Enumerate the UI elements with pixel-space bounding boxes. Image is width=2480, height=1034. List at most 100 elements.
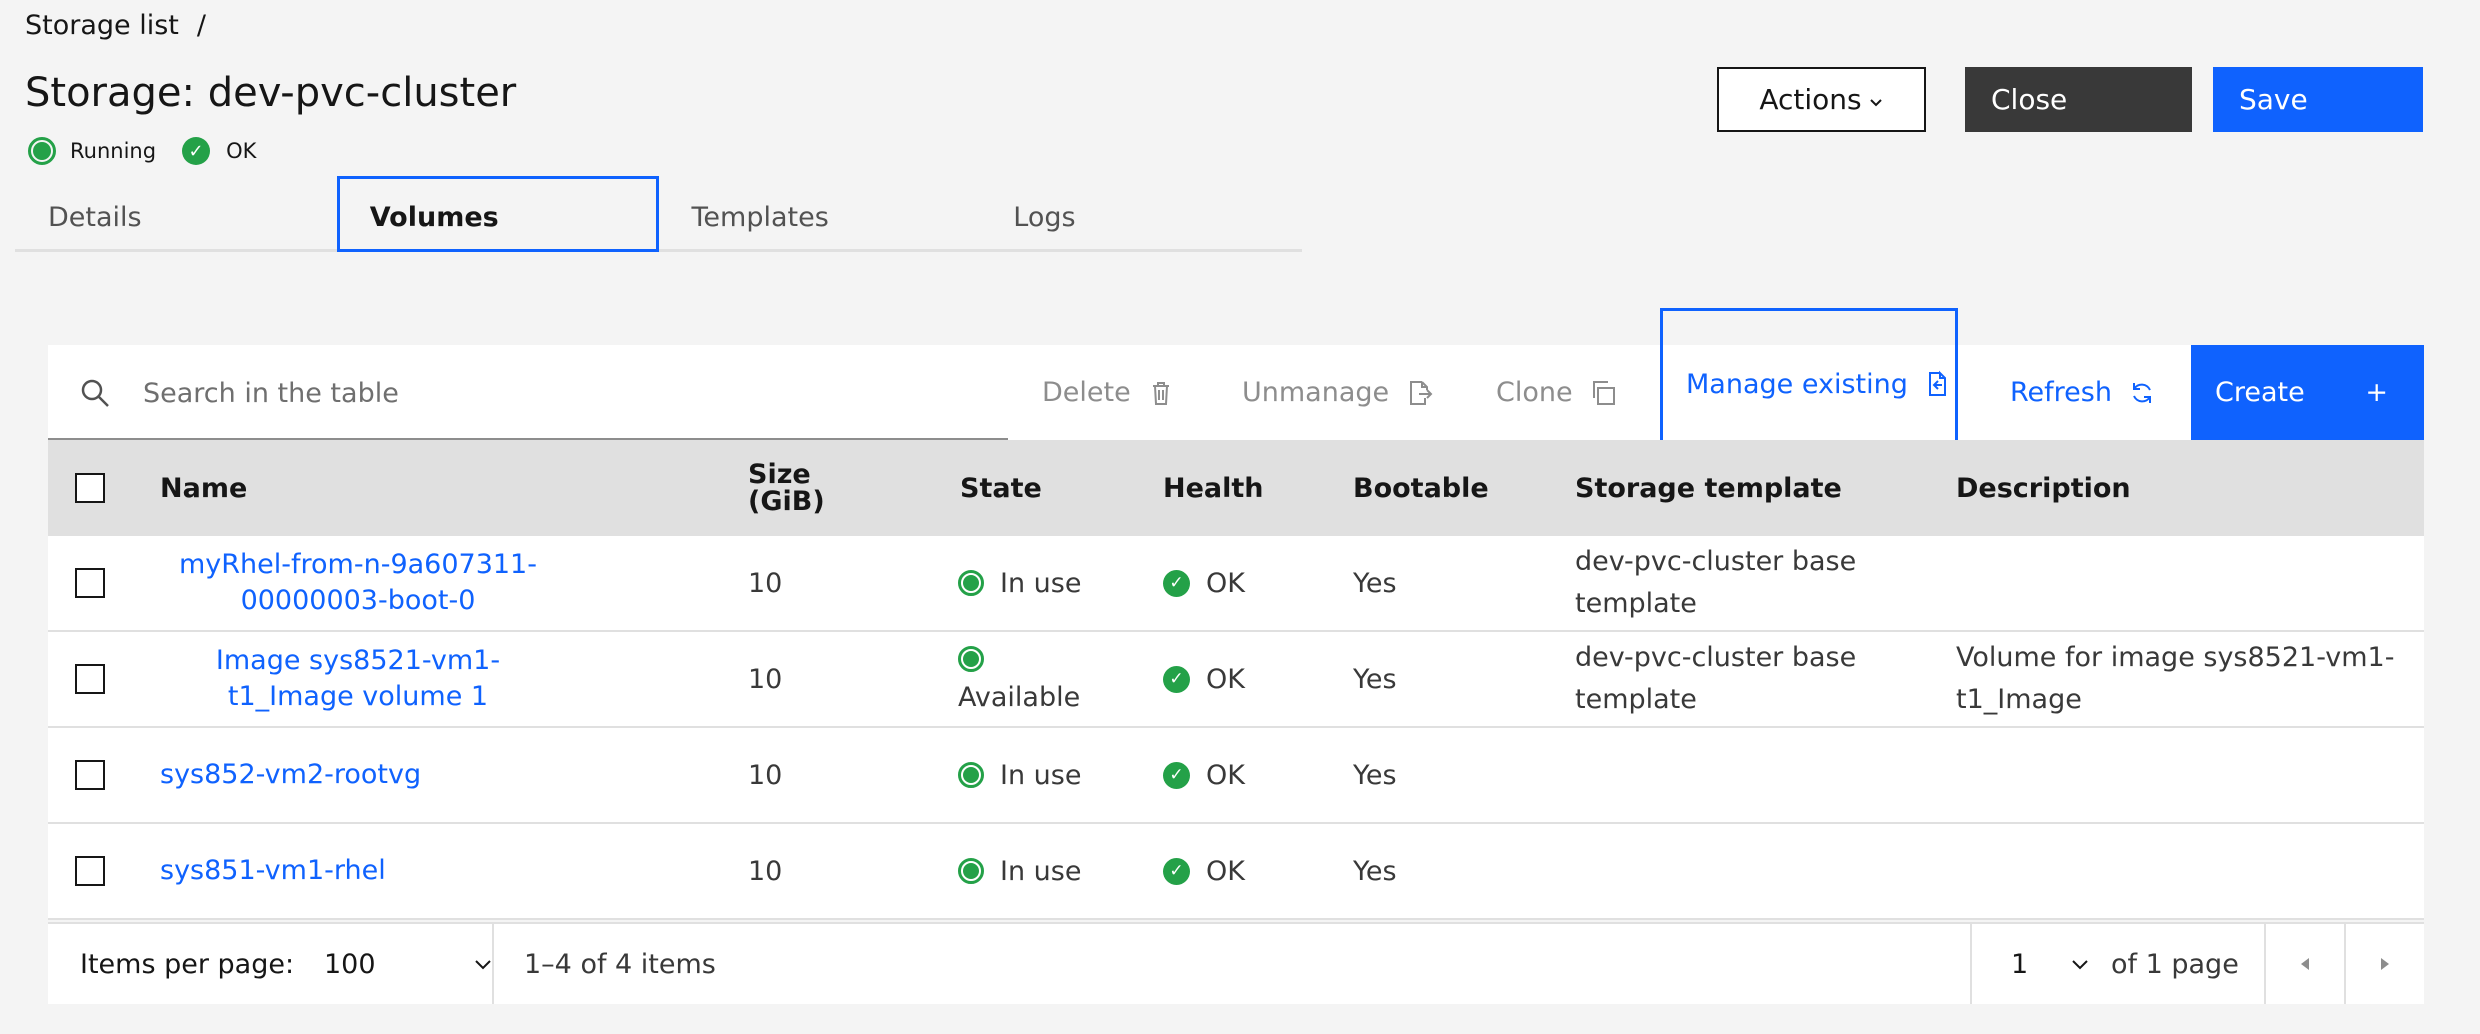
volume-name-link[interactable]: Image sys8521-vm1-t1_Image volume 1 [158,643,558,715]
document-export-icon [1410,380,1433,405]
bootable-cell: Yes [1353,567,1397,599]
name-cell: sys851-vm1-rhel [158,824,558,918]
row-checkbox[interactable] [75,856,105,886]
state-cell: In use [958,536,1108,630]
header-size[interactable]: Size (GiB) [748,440,825,536]
row-checkbox[interactable] [75,568,105,598]
next-page-button[interactable] [2346,924,2424,1004]
volume-name-link[interactable]: sys852-vm2-rootvg [160,757,421,793]
refresh-icon [2132,382,2151,403]
refresh-button[interactable]: Refresh [2010,345,2156,440]
tab-list: Details Volumes Templates Logs [15,176,1302,252]
refresh-button-label: Refresh [2010,377,2112,408]
tab-templates[interactable]: Templates [658,176,981,252]
caret-left-icon [2301,958,2309,970]
add-icon: + [2365,377,2388,408]
health-cell: ✓ OK [1163,632,1245,726]
breadcrumb-storage-list[interactable]: Storage list [25,10,179,41]
state-label: In use [1000,759,1082,791]
header-name[interactable]: Name [160,440,247,536]
table-row[interactable]: myRhel-from-n-9a607311-00000003-boot-0 1… [48,536,2424,632]
row-checkbox[interactable] [75,760,105,790]
select-all-cell [75,440,105,536]
table-header-row: Name Size (GiB) State Health Bootable St… [48,440,2424,536]
search-input[interactable] [143,365,983,421]
table-row[interactable]: Image sys8521-vm1-t1_Image volume 1 10 A… [48,632,2424,728]
pager-divider [1970,924,1972,1004]
tab-logs[interactable]: Logs [980,176,1302,252]
health-label: OK [1206,759,1245,791]
header-state[interactable]: State [960,440,1042,536]
description-cell [1956,728,2396,822]
table-row[interactable]: sys852-vm2-rootvg 10 In use ✓ OK Yes [48,728,2424,824]
bootable-cell: Yes [1353,663,1397,695]
size-cell: 10 [748,855,783,887]
page-count: of 1 page [2111,948,2239,980]
state-cell: In use [958,728,1108,822]
document-import-icon [1928,370,1946,396]
state-cell: Available [958,632,1108,726]
header-bootable[interactable]: Bootable [1353,440,1489,536]
checkmark-circle-icon: ✓ [1163,665,1190,693]
volume-name-link[interactable]: myRhel-from-n-9a607311-00000003-boot-0 [158,547,558,619]
checkmark-circle-icon: ✓ [182,137,211,165]
items-per-page-select[interactable]: 100 [324,924,494,1004]
pagination: Items per page: 100 1–4 of 4 items 1 of … [48,922,2424,1004]
state-status-icon [958,645,984,672]
name-cell: Image sys8521-vm1-t1_Image volume 1 [158,632,558,726]
clone-button-label: Clone [1496,377,1573,408]
header-storage-template[interactable]: Storage template [1575,440,1842,536]
page-title: Storage: dev-pvc-cluster [25,70,517,116]
breadcrumb-separator: / [196,10,206,41]
chevron-down-icon [1869,98,1882,106]
row-select-cell [75,632,105,726]
delete-button[interactable]: Delete [1042,345,1175,440]
previous-page-button[interactable] [2266,924,2344,1004]
state-status-icon [958,762,984,788]
close-button[interactable]: Close [1965,67,2192,132]
checkmark-circle-icon: ✓ [1163,761,1190,789]
header-description[interactable]: Description [1956,440,2131,536]
manage-existing-button-label: Manage existing [1686,368,1908,400]
select-all-checkbox[interactable] [75,473,105,503]
save-button[interactable]: Save [2213,67,2423,132]
state-label: In use [1000,855,1082,887]
table-search [48,345,1008,440]
header-health[interactable]: Health [1163,440,1264,536]
items-per-page-value: 100 [324,948,376,980]
chevron-down-icon [2072,960,2088,970]
state-status-icon [958,858,984,884]
state-status-icon [958,570,984,596]
page-select[interactable]: 1 [2011,924,2091,1004]
item-range: 1–4 of 4 items [524,948,716,980]
create-button[interactable]: Create + [2191,345,2424,440]
storage-template-cell [1575,728,1905,822]
chevron-down-icon [475,960,491,970]
delete-button-label: Delete [1042,377,1131,408]
tab-details[interactable]: Details [15,176,337,252]
description-cell [1956,824,2396,918]
status-row: Running ✓ OK [28,137,282,165]
tab-volumes[interactable]: Volumes [336,176,659,252]
health-label: OK [1206,567,1245,599]
health-cell: ✓ OK [1163,824,1245,918]
manage-existing-button[interactable]: Manage existing [1660,308,1958,460]
health-label: OK [1206,855,1245,887]
pager-divider [492,924,494,1004]
actions-button[interactable]: Actions [1717,67,1926,132]
header-size-line2: (GiB) [748,486,825,517]
status-running: Running [28,137,156,165]
table-row[interactable]: sys851-vm1-rhel 10 In use ✓ OK Yes [48,824,2424,920]
row-checkbox[interactable] [75,664,105,694]
copy-icon [1592,380,1615,405]
row-select-cell [75,824,105,918]
name-cell: myRhel-from-n-9a607311-00000003-boot-0 [158,536,558,630]
create-button-label: Create [2215,377,2305,408]
clone-button[interactable]: Clone [1496,345,1617,440]
unmanage-button[interactable]: Unmanage [1242,345,1433,440]
trash-icon [1152,381,1169,405]
row-select-cell [75,728,105,822]
volume-name-link[interactable]: sys851-vm1-rhel [160,853,386,889]
search-icon [81,379,109,407]
size-cell: 10 [748,759,783,791]
